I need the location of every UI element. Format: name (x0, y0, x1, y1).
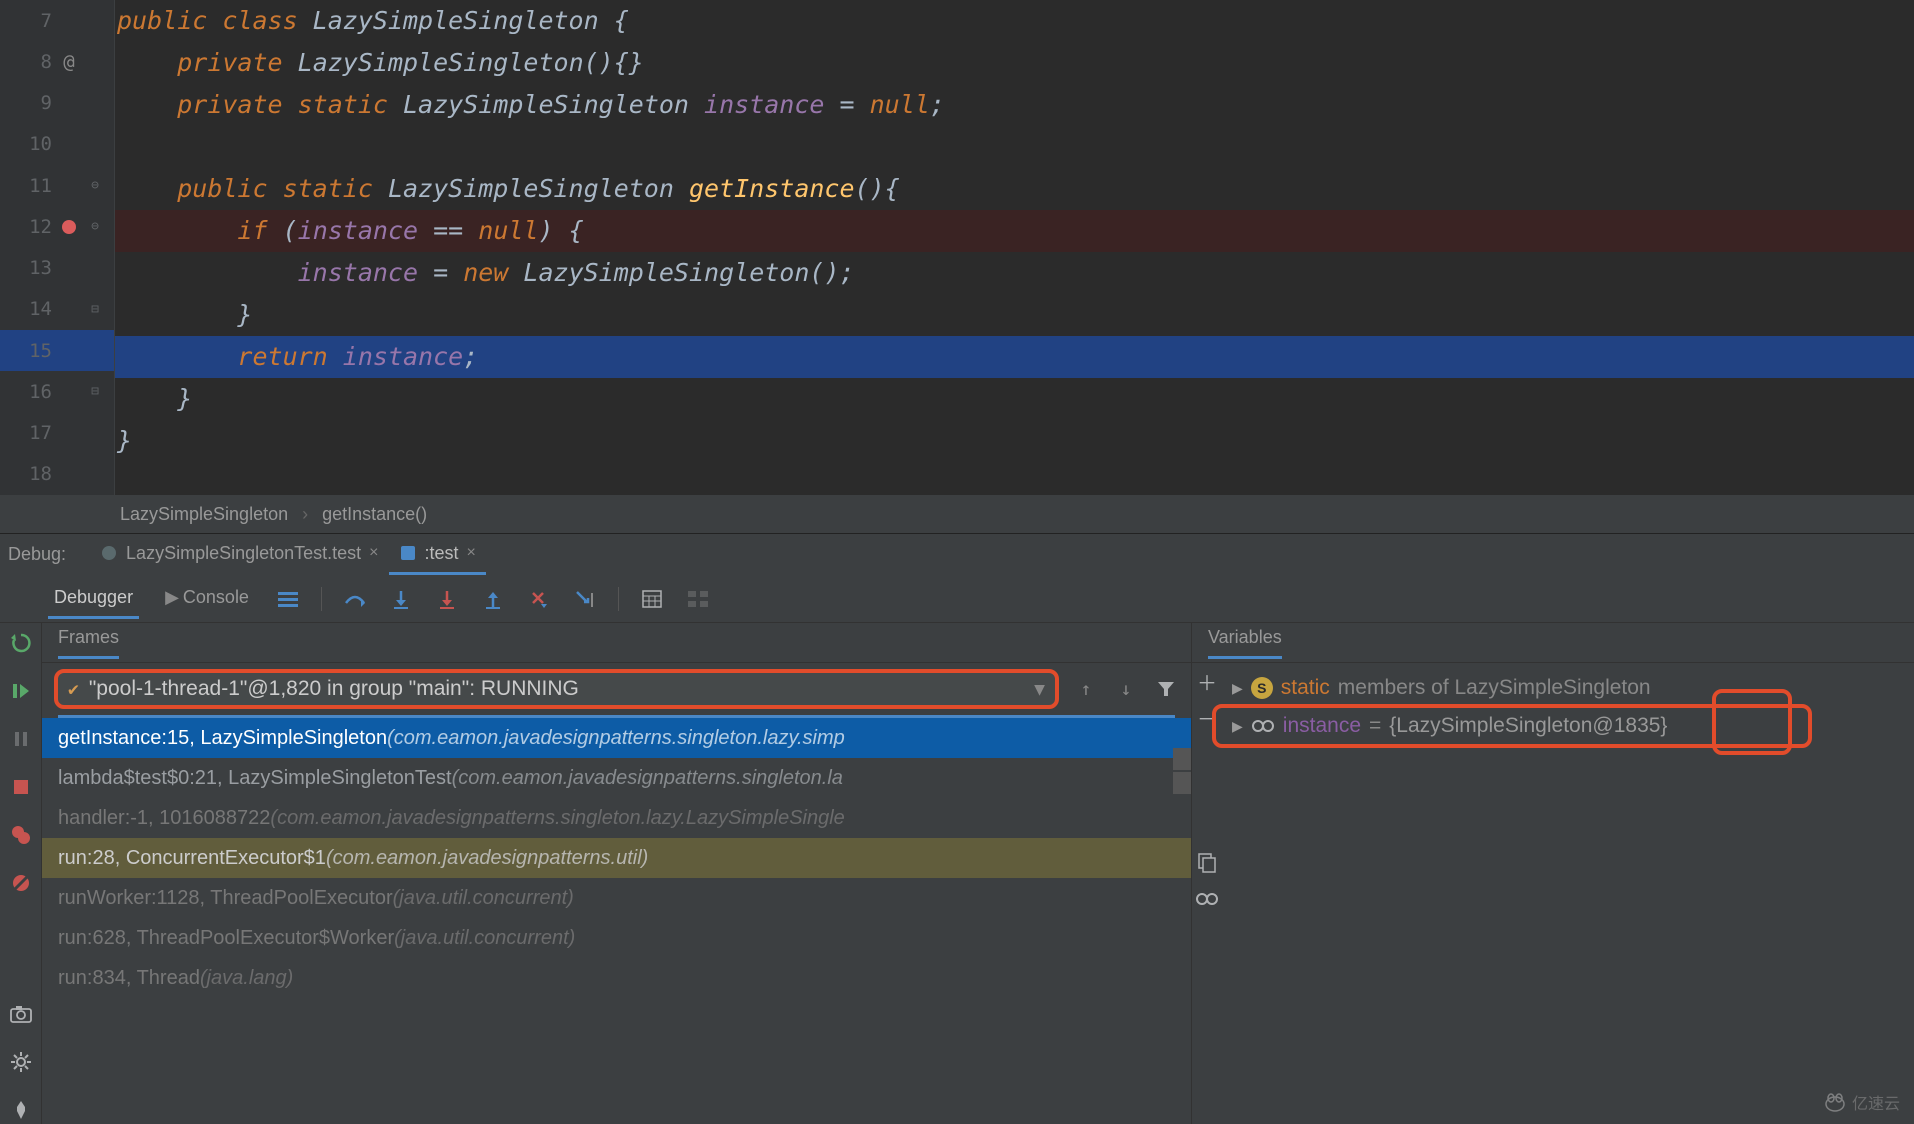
task-icon (399, 544, 417, 562)
evaluate-expression-icon[interactable] (639, 586, 665, 612)
scroll-down-icon[interactable] (1173, 772, 1191, 794)
debug-side-toolbar (0, 623, 42, 1124)
line-number: 17 (24, 422, 52, 444)
line-number: 18 (24, 463, 52, 485)
stack-frame-row[interactable]: run:834, Thread (java.lang) (42, 958, 1191, 998)
debugger-tab[interactable]: Debugger (48, 579, 139, 619)
variables-list[interactable]: ▶ S static members of LazySimpleSingleto… (1192, 663, 1914, 745)
step-over-icon[interactable] (342, 586, 368, 612)
scroll-up-icon[interactable] (1173, 748, 1191, 770)
code-content[interactable]: public class LazySimpleSingleton { priva… (115, 0, 1914, 495)
stack-frame-row[interactable]: lambda$test$0:21, LazySimpleSingletonTes… (42, 758, 1191, 798)
debug-label: Debug: (8, 544, 66, 565)
chevron-right-icon: › (302, 504, 308, 525)
stack-frame-row[interactable]: run:628, ThreadPoolExecutor$Worker (java… (42, 918, 1191, 958)
debug-tool-window-header: Debug: LazySimpleSingletonTest.test × :t… (0, 533, 1914, 575)
breadcrumb-item[interactable]: LazySimpleSingleton (120, 504, 288, 525)
stack-frame-row[interactable]: handler:-1, 1016088722 (com.eamon.javade… (42, 798, 1191, 838)
view-breakpoints-icon[interactable] (7, 821, 35, 849)
stack-frame-row[interactable]: runWorker:1128, ThreadPoolExecutor (java… (42, 878, 1191, 918)
pin-icon[interactable] (7, 1096, 35, 1124)
static-badge-icon: S (1251, 677, 1273, 699)
settings-icon[interactable] (7, 1048, 35, 1076)
object-icon (1251, 719, 1275, 733)
scroll-buttons[interactable] (1173, 748, 1191, 794)
breakpoint-icon[interactable] (60, 218, 78, 236)
variables-toolbar: ＋ － (1190, 668, 1224, 912)
debugger-toolbar: Debugger ▶Console (0, 575, 1914, 623)
debug-body: Frames ✔ "pool-1-thread-1"@1,820 in grou… (0, 623, 1914, 1124)
line-number: 10 (24, 133, 52, 155)
filter-icon[interactable] (1153, 676, 1179, 702)
code-editor: 7 8 @ 9 10 11 ⊖ 12 ⊖ 13 14 ⊟ 15 16 ⊟ 17 18 pu… (0, 0, 1914, 495)
expand-icon[interactable]: ▶ (1232, 718, 1243, 735)
variables-panel: Variables ＋ － ▶ S static members of Lazy… (1192, 623, 1914, 1124)
frames-panel: Frames ✔ "pool-1-thread-1"@1,820 in grou… (42, 623, 1192, 1124)
line-number: 12 (24, 216, 52, 238)
variables-header: Variables (1192, 623, 1914, 663)
step-out-icon[interactable] (480, 586, 506, 612)
debug-config-tab[interactable]: LazySimpleSingletonTest.test × (90, 534, 388, 575)
variables-title: Variables (1208, 627, 1282, 659)
drop-frame-icon[interactable] (526, 586, 552, 612)
new-watch-icon[interactable]: ＋ (1194, 668, 1220, 694)
thread-selector[interactable]: ✔ "pool-1-thread-1"@1,820 in group "main… (54, 669, 1059, 709)
pause-icon[interactable] (7, 725, 35, 753)
check-icon: ✔ (68, 679, 79, 700)
camera-icon[interactable] (7, 1000, 35, 1028)
stack-frame-row[interactable]: run:28, ConcurrentExecutor$1 (com.eamon.… (42, 838, 1191, 878)
expand-icon[interactable]: ▶ (1232, 680, 1243, 697)
run-to-cursor-icon[interactable] (572, 586, 598, 612)
console-tab[interactable]: ▶Console (159, 579, 255, 619)
at-icon: @ (60, 53, 78, 71)
stack-frame-row[interactable]: getInstance:15, LazySimpleSingleton (com… (42, 718, 1191, 758)
editor-gutter: 7 8 @ 9 10 11 ⊖ 12 ⊖ 13 14 ⊟ 15 16 ⊟ 17 18 (0, 0, 115, 495)
line-number: 11 (24, 175, 52, 197)
fold-icon[interactable]: ⊖ (86, 177, 104, 195)
breadcrumb-item[interactable]: getInstance() (322, 504, 427, 525)
chevron-down-icon[interactable]: ▼ (1034, 679, 1045, 700)
watermark: 亿速云 (1824, 1090, 1900, 1114)
close-icon[interactable]: × (369, 544, 378, 562)
stop-icon[interactable] (7, 773, 35, 801)
line-number: 14 (24, 298, 52, 320)
variable-row[interactable]: ▶ S static members of LazySimpleSingleto… (1232, 669, 1914, 707)
line-number: 9 (24, 92, 52, 114)
variable-row-instance[interactable]: ▶ instance = {LazySimpleSingleton@1835} (1232, 707, 1914, 745)
elephant-icon (100, 544, 118, 562)
rerun-icon[interactable] (7, 629, 35, 657)
trace-current-stream-icon[interactable] (685, 586, 711, 612)
resume-icon[interactable] (7, 677, 35, 705)
force-step-into-icon[interactable] (434, 586, 460, 612)
arrow-up-icon[interactable]: ↑ (1073, 676, 1099, 702)
line-number: 13 (24, 257, 52, 279)
line-number: 7 (24, 10, 52, 32)
mute-breakpoints-icon[interactable] (7, 869, 35, 897)
fold-icon[interactable]: ⊖ (86, 218, 104, 236)
copy-icon[interactable] (1194, 850, 1220, 876)
thread-name: "pool-1-thread-1"@1,820 in group "main":… (89, 677, 1024, 701)
debug-config-tab-active[interactable]: :test × (389, 534, 486, 575)
remove-watch-icon[interactable]: － (1194, 704, 1220, 730)
threads-icon[interactable] (275, 586, 301, 612)
frames-header: Frames (42, 623, 1191, 663)
arrow-down-icon[interactable]: ↓ (1113, 676, 1139, 702)
show-watches-icon[interactable] (1194, 886, 1220, 912)
step-into-icon[interactable] (388, 586, 414, 612)
stack-frames-list[interactable]: getInstance:15, LazySimpleSingleton (com… (42, 718, 1191, 1124)
close-icon[interactable]: × (467, 544, 476, 562)
line-number: 15 (24, 340, 52, 362)
line-number: 8 (24, 51, 52, 73)
line-number: 16 (24, 381, 52, 403)
fold-icon[interactable]: ⊟ (86, 300, 104, 318)
frames-title: Frames (58, 627, 119, 659)
fold-icon[interactable]: ⊟ (86, 383, 104, 401)
